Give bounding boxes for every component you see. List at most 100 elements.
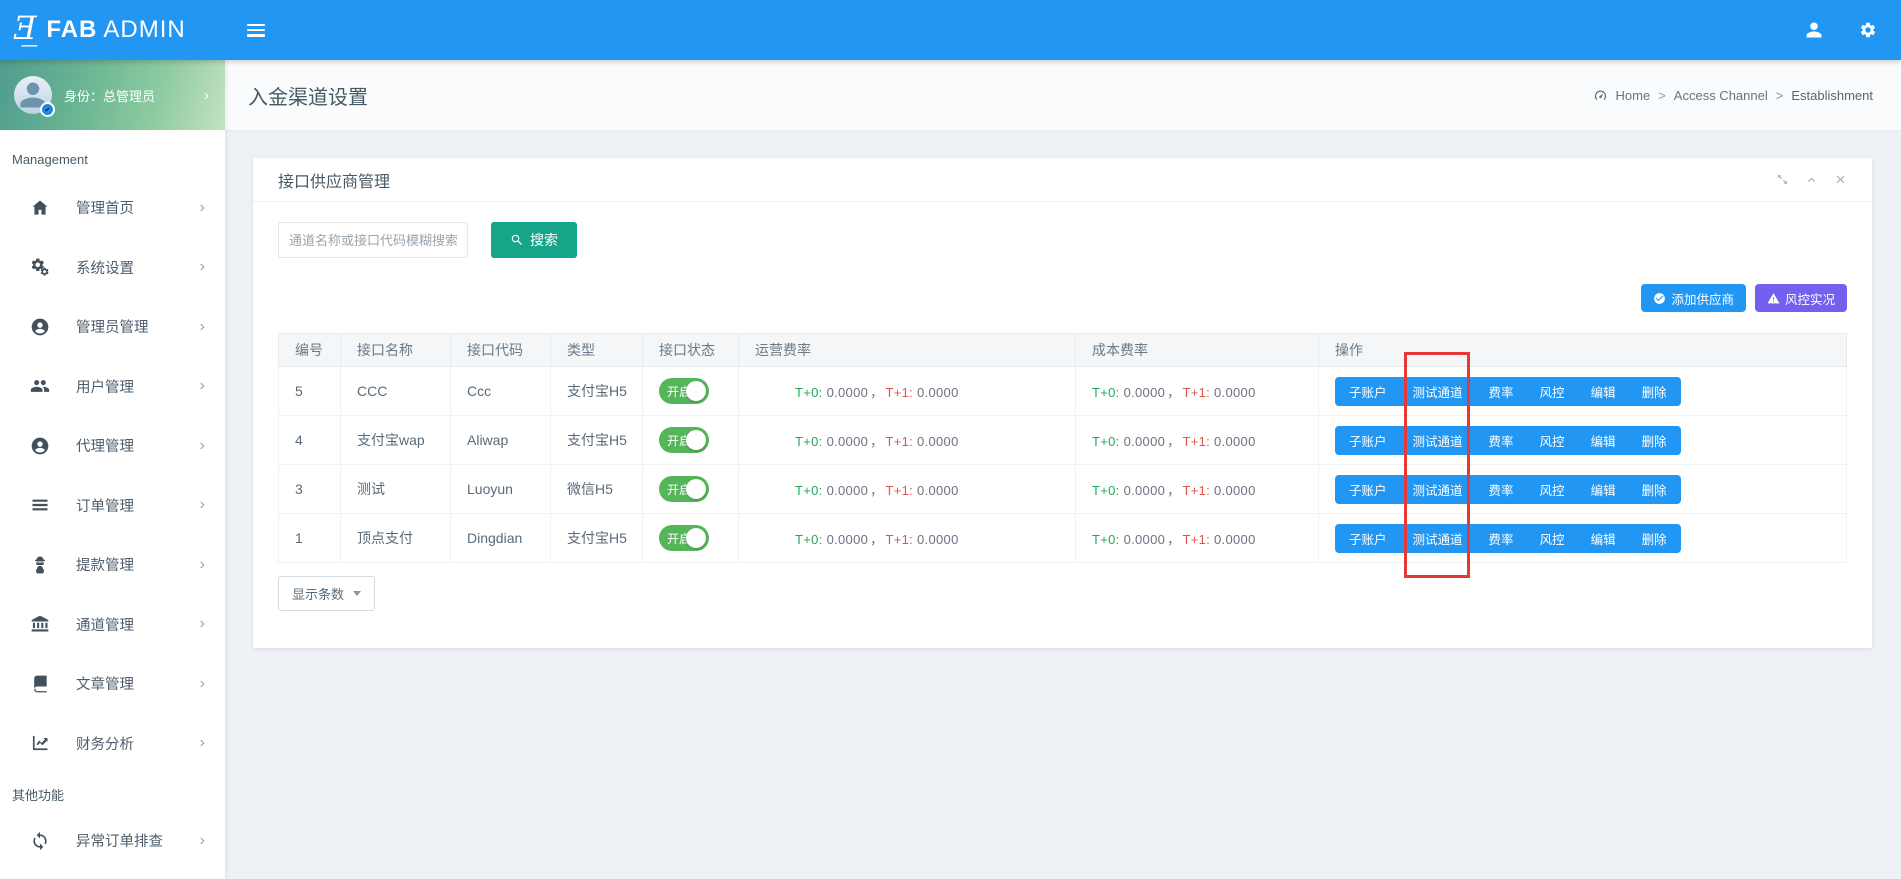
t0-label: T+0: xyxy=(795,385,823,400)
sidebar-item-label: 用户管理 xyxy=(76,376,134,397)
sidebar-item-withdraw[interactable]: 提款管理› xyxy=(0,535,225,595)
cell-cost-rate: T+0:0.0000，T+1:0.0000 xyxy=(1076,416,1319,465)
action-button[interactable]: 删除 xyxy=(1642,480,1667,499)
search-input[interactable] xyxy=(278,222,468,258)
action-button[interactable]: 费率 xyxy=(1489,431,1514,450)
chevron-right-icon: › xyxy=(200,258,205,276)
action-button[interactable]: 编辑 xyxy=(1591,382,1616,401)
page-size-dropdown[interactable]: 显示条数 xyxy=(278,576,375,611)
brand-logo[interactable]: Ǝ̲ FABADMIN xyxy=(0,0,225,60)
cell-id: 3 xyxy=(279,465,341,514)
breadcrumb-item[interactable]: Access Channel xyxy=(1674,88,1768,103)
action-button[interactable]: 编辑 xyxy=(1591,480,1616,499)
t1-label: T+1: xyxy=(1182,532,1210,547)
sidebar-item-article[interactable]: 文章管理 › xyxy=(0,654,225,714)
expand-icon[interactable] xyxy=(1776,173,1789,186)
action-button[interactable]: 费率 xyxy=(1489,480,1514,499)
cell-id: 4 xyxy=(279,416,341,465)
t0-label: T+0: xyxy=(1092,483,1120,498)
cell-actions: 子账户 测试通道 费率 风控 编辑 删除 xyxy=(1319,367,1847,416)
chevron-right-icon: › xyxy=(200,377,205,395)
action-button[interactable]: 编辑 xyxy=(1591,529,1616,548)
collapse-icon[interactable] xyxy=(1805,173,1818,186)
sidebar-toggle-icon[interactable] xyxy=(247,24,265,37)
page-title: 入金渠道设置 xyxy=(225,81,368,110)
action-button[interactable]: 风控 xyxy=(1540,529,1565,548)
risk-live-button[interactable]: 风控实况 xyxy=(1755,284,1847,312)
action-button[interactable]: 费率 xyxy=(1489,529,1514,548)
cell-status: 开启 xyxy=(643,367,739,416)
action-button[interactable]: 风控 xyxy=(1540,382,1565,401)
action-button[interactable]: 子账户 xyxy=(1349,382,1387,401)
article-icon xyxy=(30,674,50,694)
cell-name: 测试 xyxy=(341,465,451,514)
t0-label: T+0: xyxy=(795,483,823,498)
status-toggle[interactable]: 开启 xyxy=(659,476,709,502)
sidebar-item-orders[interactable]: 订单管理› xyxy=(0,476,225,536)
sidebar-user-strip[interactable]: 身份：总管理员 › xyxy=(0,60,225,130)
action-button[interactable]: 子账户 xyxy=(1349,431,1387,450)
search-icon xyxy=(510,233,524,247)
cell-type: 微信H5 xyxy=(551,465,643,514)
action-button[interactable]: 测试通道 xyxy=(1413,431,1463,450)
admin-icon xyxy=(30,317,50,337)
gears-icon xyxy=(30,257,50,277)
action-button[interactable]: 编辑 xyxy=(1591,431,1616,450)
status-toggle[interactable]: 开启 xyxy=(659,378,709,404)
cell-operating-rate: T+0:0.0000，T+1:0.0000 xyxy=(739,465,1076,514)
sidebar-item-home[interactable]: 管理首页› xyxy=(0,178,225,238)
action-button[interactable]: 测试通道 xyxy=(1413,480,1463,499)
t1-label: T+1: xyxy=(1182,434,1210,449)
status-toggle[interactable]: 开启 xyxy=(659,525,709,551)
column-header: 操作 xyxy=(1319,334,1847,367)
sidebar-item-gears[interactable]: 系统设置› xyxy=(0,238,225,298)
add-supplier-button[interactable]: 添加供应商 xyxy=(1641,284,1746,312)
table-row: 5CCCCcc支付宝H5开启T+0:0.0000，T+1:0.0000T+0:0… xyxy=(279,367,1847,416)
breadcrumb-separator: > xyxy=(1776,88,1784,103)
status-toggle[interactable]: 开启 xyxy=(659,427,709,453)
topbar: Ǝ̲ FABADMIN xyxy=(0,0,1901,60)
cell-status: 开启 xyxy=(643,465,739,514)
action-button[interactable]: 测试通道 xyxy=(1413,529,1463,548)
cell-code: Aliwap xyxy=(451,416,551,465)
gear-icon[interactable] xyxy=(1859,21,1877,39)
action-button[interactable]: 删除 xyxy=(1642,382,1667,401)
user-icon[interactable] xyxy=(1805,21,1823,39)
search-button[interactable]: 搜索 xyxy=(491,222,577,258)
sidebar-item-label: 管理首页 xyxy=(76,197,134,218)
chevron-right-icon: › xyxy=(200,437,205,455)
t0-label: T+0: xyxy=(1092,385,1120,400)
chevron-right-icon: › xyxy=(200,675,205,693)
sidebar-item-agent[interactable]: 代理管理› xyxy=(0,416,225,476)
sidebar-item-finance[interactable]: 财务分析› xyxy=(0,714,225,774)
cell-code: Dingdian xyxy=(451,514,551,563)
sidebar-item-admin[interactable]: 管理员管理› xyxy=(0,297,225,357)
sidebar-item-label: 文章管理 xyxy=(76,673,134,694)
action-button-group: 子账户 测试通道 费率 风控 编辑 删除 xyxy=(1335,377,1681,406)
bank-icon xyxy=(30,614,50,634)
supplier-panel: 接口供应商管理 搜索 添加供应商 xyxy=(253,158,1872,648)
home-icon xyxy=(30,198,50,218)
action-button[interactable]: 测试通道 xyxy=(1413,382,1463,401)
column-header: 接口代码 xyxy=(451,334,551,367)
action-button[interactable]: 子账户 xyxy=(1349,480,1387,499)
action-button[interactable]: 删除 xyxy=(1642,529,1667,548)
chevron-right-icon: › xyxy=(200,734,205,752)
close-icon[interactable] xyxy=(1834,173,1847,186)
sidebar-item-sync[interactable]: 异常订单排查› xyxy=(0,811,225,871)
breadcrumb-item[interactable]: Home xyxy=(1616,88,1651,103)
sidebar-item-bank[interactable]: 通道管理› xyxy=(0,595,225,655)
t0-label: T+0: xyxy=(1092,532,1120,547)
supplier-table: 编号接口名称接口代码类型接口状态运营费率成本费率操作 5CCCCcc支付宝H5开… xyxy=(278,333,1847,563)
identity-label: 身份：总管理员 xyxy=(64,86,155,105)
action-button[interactable]: 子账户 xyxy=(1349,529,1387,548)
sidebar-item-users[interactable]: 用户管理 › xyxy=(0,357,225,417)
cell-code: Ccc xyxy=(451,367,551,416)
action-button[interactable]: 风控 xyxy=(1540,431,1565,450)
action-button[interactable]: 风控 xyxy=(1540,480,1565,499)
dashboard-icon xyxy=(1593,88,1608,103)
action-button[interactable]: 删除 xyxy=(1642,431,1667,450)
action-button-group: 子账户 测试通道 费率 风控 编辑 删除 xyxy=(1335,426,1681,455)
menu-section-label: 其他功能 xyxy=(0,785,225,803)
action-button[interactable]: 费率 xyxy=(1489,382,1514,401)
